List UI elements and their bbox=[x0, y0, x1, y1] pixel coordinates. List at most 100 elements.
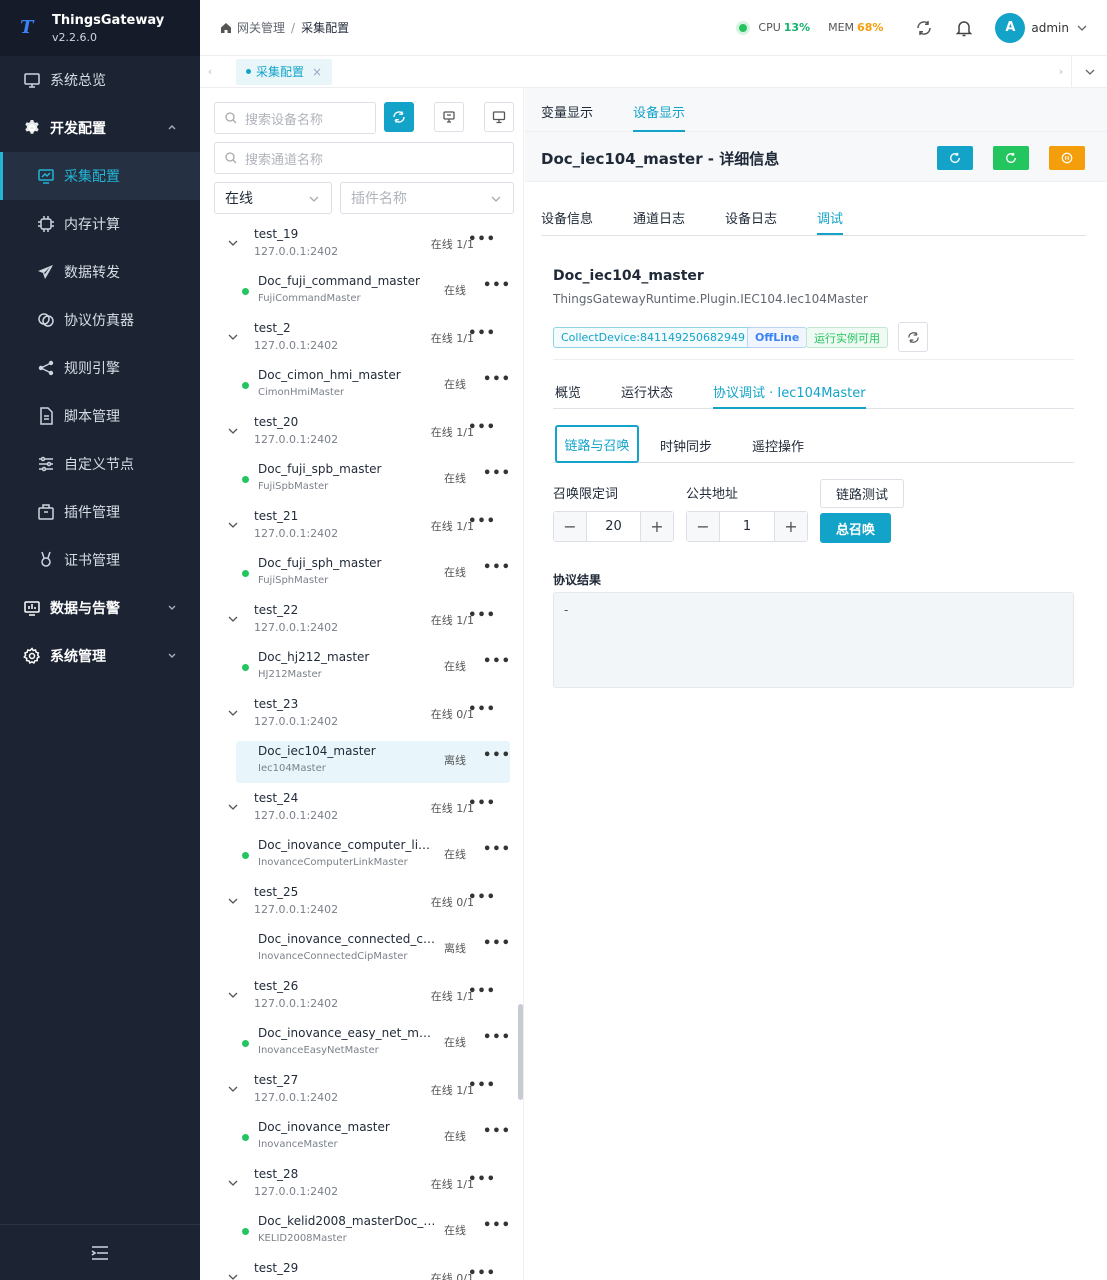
chevron-down-icon[interactable] bbox=[228, 238, 238, 248]
tab-debug[interactable]: 调试 bbox=[817, 208, 844, 235]
tabs-scroll-right-icon[interactable]: › bbox=[1051, 65, 1071, 78]
device-list-item[interactable]: Doc_inovance_easy_net_master InovanceEasy… bbox=[236, 1023, 510, 1065]
channel-node[interactable]: test_23 127.0.0.1:2402 在线 0/1 ••• bbox=[200, 696, 516, 742]
user-name[interactable]: admin bbox=[1031, 21, 1069, 35]
refresh-status-button[interactable] bbox=[898, 322, 928, 352]
more-icon[interactable]: ••• bbox=[483, 1218, 511, 1233]
device-list-item[interactable]: Doc_fuji_command_master FujiCommandMaster… bbox=[236, 271, 510, 313]
link-test-button[interactable]: 链路测试 bbox=[820, 479, 904, 508]
collapse-sidebar-button[interactable] bbox=[0, 1224, 200, 1280]
tabs-scroll-left-icon[interactable]: ‹ bbox=[200, 65, 220, 78]
bell-icon[interactable] bbox=[955, 19, 973, 37]
tab-device-log[interactable]: 设备日志 bbox=[725, 208, 777, 227]
more-icon[interactable]: ••• bbox=[483, 1124, 511, 1139]
chevron-down-icon[interactable] bbox=[228, 614, 238, 624]
more-icon[interactable]: ••• bbox=[468, 326, 496, 341]
restart-button[interactable] bbox=[993, 146, 1029, 170]
tab-remote-control[interactable]: 遥控操作 bbox=[752, 436, 804, 455]
more-icon[interactable]: ••• bbox=[468, 420, 496, 435]
tabs-menu-button[interactable] bbox=[1071, 55, 1107, 88]
more-icon[interactable]: ••• bbox=[483, 842, 511, 857]
increment-button[interactable]: + bbox=[775, 512, 807, 541]
refresh-icon[interactable] bbox=[915, 19, 933, 37]
tab-runtime-state[interactable]: 运行状态 bbox=[621, 382, 673, 401]
channel-node[interactable]: test_22 127.0.0.1:2402 在线 1/1 ••• bbox=[200, 602, 516, 648]
more-icon[interactable]: ••• bbox=[483, 278, 511, 293]
channel-node[interactable]: test_25 127.0.0.1:2402 在线 0/1 ••• bbox=[200, 884, 516, 930]
more-icon[interactable]: ••• bbox=[483, 560, 511, 575]
chevron-down-icon[interactable] bbox=[228, 332, 238, 342]
channel-node[interactable]: test_26 127.0.0.1:2402 在线 1/1 ••• bbox=[200, 978, 516, 1024]
more-icon[interactable]: ••• bbox=[468, 608, 496, 623]
sidebar-item-custom-node[interactable]: 自定义节点 bbox=[0, 440, 200, 488]
channel-node[interactable]: test_20 127.0.0.1:2402 在线 1/1 ••• bbox=[200, 414, 516, 460]
chevron-down-icon[interactable] bbox=[228, 896, 238, 906]
more-icon[interactable]: ••• bbox=[468, 1078, 496, 1093]
sidebar-item-collect-config[interactable]: 采集配置 bbox=[0, 152, 200, 200]
status-filter-select[interactable]: 在线 bbox=[214, 182, 332, 214]
sidebar-item-rule-engine[interactable]: 规则引擎 bbox=[0, 344, 200, 392]
chevron-down-icon[interactable] bbox=[1077, 23, 1087, 33]
more-icon[interactable]: ••• bbox=[483, 654, 511, 669]
channel-search-input[interactable]: 搜索通道名称 bbox=[214, 142, 514, 174]
chevron-down-icon[interactable] bbox=[228, 520, 238, 530]
common-address-value[interactable]: 1 bbox=[719, 512, 775, 541]
tab-collect-config[interactable]: 采集配置 × bbox=[236, 58, 333, 85]
chevron-down-icon[interactable] bbox=[228, 1272, 238, 1280]
more-icon[interactable]: ••• bbox=[468, 1172, 496, 1187]
tab-channel-log[interactable]: 通道日志 bbox=[633, 208, 685, 227]
device-list-item[interactable]: Doc_kelid2008_masterDoc_kelid2008_master… bbox=[236, 1211, 510, 1253]
sidebar-item-script-management[interactable]: 脚本管理 bbox=[0, 392, 200, 440]
more-icon[interactable]: ••• bbox=[468, 890, 496, 905]
tab-overview[interactable]: 概览 bbox=[555, 382, 581, 401]
decrement-button[interactable]: − bbox=[687, 512, 719, 541]
more-icon[interactable]: ••• bbox=[468, 702, 496, 717]
sidebar-item-system-management[interactable]: 系统管理 bbox=[0, 632, 200, 680]
monitor-button[interactable] bbox=[484, 102, 514, 132]
chevron-down-icon[interactable] bbox=[228, 708, 238, 718]
chevron-down-icon[interactable] bbox=[228, 1178, 238, 1188]
call-qualifier-value[interactable]: 20 bbox=[586, 512, 641, 541]
channel-node[interactable]: test_21 127.0.0.1:2402 在线 1/1 ••• bbox=[200, 508, 516, 554]
chevron-down-icon[interactable] bbox=[228, 1084, 238, 1094]
sidebar-item-protocol-simulator[interactable]: 协议仿真器 bbox=[0, 296, 200, 344]
channel-node[interactable]: test_28 127.0.0.1:2402 在线 1/1 ••• bbox=[200, 1166, 516, 1212]
channel-node[interactable]: test_2 127.0.0.1:2402 在线 1/1 ••• bbox=[200, 320, 516, 366]
refresh-button[interactable] bbox=[937, 146, 973, 170]
increment-button[interactable]: + bbox=[641, 512, 673, 541]
decrement-button[interactable]: − bbox=[554, 512, 586, 541]
plugin-filter-select[interactable]: 插件名称 bbox=[340, 182, 514, 214]
add-device-button[interactable] bbox=[434, 102, 464, 132]
device-search-input[interactable]: 搜索设备名称 bbox=[214, 102, 376, 134]
chevron-down-icon[interactable] bbox=[228, 802, 238, 812]
sidebar-item-data-alarm[interactable]: 数据与告警 bbox=[0, 584, 200, 632]
device-list-item[interactable]: Doc_hj212_master HJ212Master 在线 ••• bbox=[236, 647, 510, 689]
device-list-item[interactable]: Doc_inovance_computer_link_master Inovanc… bbox=[236, 835, 510, 877]
sidebar-item-plugin-management[interactable]: 插件管理 bbox=[0, 488, 200, 536]
tab-protocol-debug[interactable]: 协议调试 · Iec104Master bbox=[713, 382, 866, 409]
avatar[interactable]: A bbox=[995, 12, 1026, 43]
device-list-item[interactable]: Doc_cimon_hmi_master CimonHmiMaster 在线 ••• bbox=[236, 365, 510, 407]
sidebar-item-dev-config[interactable]: 开发配置 bbox=[0, 104, 200, 152]
sidebar-item-overview[interactable]: 系统总览 bbox=[0, 56, 200, 104]
more-icon[interactable]: ••• bbox=[468, 1266, 496, 1280]
more-icon[interactable]: ••• bbox=[483, 372, 511, 387]
tab-link-and-call[interactable]: 链路与召唤 bbox=[555, 425, 639, 463]
chevron-down-icon[interactable] bbox=[228, 426, 238, 436]
more-icon[interactable]: ••• bbox=[483, 748, 511, 763]
device-list-item[interactable]: Doc_inovance_connected_cip_master Inovanc… bbox=[236, 929, 510, 971]
general-call-button[interactable]: 总召唤 bbox=[820, 513, 891, 543]
tab-device-info[interactable]: 设备信息 bbox=[541, 208, 593, 227]
more-icon[interactable]: ••• bbox=[468, 514, 496, 529]
tab-clock-sync[interactable]: 时钟同步 bbox=[660, 436, 712, 455]
channel-node[interactable]: test_27 127.0.0.1:2402 在线 1/1 ••• bbox=[200, 1072, 516, 1118]
device-list-item[interactable]: Doc_inovance_master InovanceMaster 在线 ••• bbox=[236, 1117, 510, 1159]
device-list-item[interactable]: Doc_fuji_spb_master FujiSpbMaster 在线 ••• bbox=[236, 459, 510, 501]
more-icon[interactable]: ••• bbox=[483, 1030, 511, 1045]
more-icon[interactable]: ••• bbox=[468, 796, 496, 811]
more-icon[interactable]: ••• bbox=[483, 466, 511, 481]
chevron-down-icon[interactable] bbox=[228, 990, 238, 1000]
breadcrumb-item[interactable]: 网关管理 bbox=[237, 19, 285, 36]
more-icon[interactable]: ••• bbox=[483, 936, 511, 951]
device-list-item[interactable]: Doc_fuji_sph_master FujiSphMaster 在线 ••• bbox=[236, 553, 510, 595]
